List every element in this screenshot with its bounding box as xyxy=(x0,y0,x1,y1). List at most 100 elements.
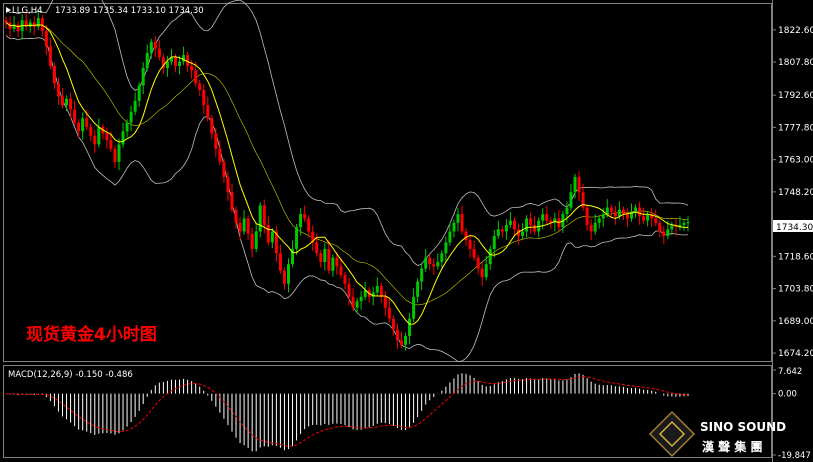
candle-body xyxy=(488,248,492,265)
candle-body xyxy=(173,57,177,66)
candle-body xyxy=(254,231,258,249)
candle-body xyxy=(617,209,621,217)
candle-body xyxy=(117,144,121,162)
candle-body xyxy=(412,296,416,319)
candle-body xyxy=(601,214,605,219)
candle-body xyxy=(335,257,339,267)
candle-body xyxy=(654,218,658,223)
candle-body xyxy=(399,340,403,345)
candle-body xyxy=(589,224,593,232)
candle-body xyxy=(387,307,391,319)
candle-body xyxy=(56,83,60,97)
bollinger-middle xyxy=(5,22,689,306)
candle-body xyxy=(28,22,32,27)
candle-body xyxy=(97,126,101,145)
price-tick-label: 1777.80 xyxy=(778,123,813,133)
candle-body xyxy=(129,111,133,123)
candle-body xyxy=(315,242,319,254)
macd-tick-label: 0.00 xyxy=(778,390,797,400)
candle-body xyxy=(658,222,662,232)
candle-body xyxy=(32,22,36,27)
macd-label: MACD(12,26,9) -0.150 -0.486 xyxy=(8,370,133,380)
candle-body xyxy=(375,285,379,293)
candle-body xyxy=(404,336,408,345)
price-tick-label: 1674.20 xyxy=(778,349,813,359)
price-tick-label: 1807.80 xyxy=(778,58,813,68)
candle-body xyxy=(149,42,153,53)
candle-body xyxy=(343,275,347,284)
price-tick-label: 1763.00 xyxy=(778,156,813,166)
candle-body xyxy=(577,177,581,193)
candle-body xyxy=(448,231,452,243)
macd-tick-label: -19.847 xyxy=(778,451,811,461)
candle-body xyxy=(327,248,331,271)
current-price-tag: 1734.30 xyxy=(773,220,813,233)
candle-body xyxy=(609,207,613,212)
candle-body xyxy=(77,122,81,132)
current-price-label: 1734.30 xyxy=(776,223,813,233)
candle-body xyxy=(424,257,428,269)
candle-body xyxy=(218,148,222,162)
main-chart-frame xyxy=(3,3,772,362)
candle-body xyxy=(246,218,250,234)
candle-body xyxy=(250,233,254,249)
candle-body xyxy=(4,20,8,23)
candle-body xyxy=(468,240,472,249)
bollinger-bands xyxy=(5,0,689,362)
price-axis: 1822.60 1807.80 1792.60 1777.80 1763.00 1748.… xyxy=(772,26,813,359)
candle-body xyxy=(472,248,476,258)
candle-body xyxy=(621,209,625,215)
candle-body xyxy=(278,253,282,271)
candle-body xyxy=(347,283,351,297)
macd-axis: 7.642 0.00 -19.847 xyxy=(772,367,811,461)
price-tick-label: 1748.20 xyxy=(778,188,813,198)
candle-body xyxy=(646,214,650,221)
candle-body xyxy=(238,222,242,232)
watermark-brand: SINO SOUND xyxy=(700,420,786,434)
chart-canvas[interactable]: 1822.60 1807.80 1792.60 1777.80 1763.00 1748.… xyxy=(0,0,813,462)
price-tick-label: 1822.60 xyxy=(778,26,813,36)
candle-body xyxy=(597,218,601,223)
candle-body xyxy=(428,257,432,265)
candle-body xyxy=(210,118,214,134)
candle-body xyxy=(157,48,161,58)
candle-body xyxy=(165,61,169,69)
candle-body xyxy=(355,301,359,308)
candle-body xyxy=(440,253,444,262)
candle-body xyxy=(121,131,125,145)
candle-body xyxy=(670,224,674,230)
candle-body xyxy=(270,231,274,243)
candle-body xyxy=(452,222,456,232)
candle-body xyxy=(65,98,69,106)
price-tick-label: 1792.60 xyxy=(778,91,813,101)
candle-body xyxy=(480,268,484,278)
candle-body xyxy=(48,46,52,66)
candle-body xyxy=(573,177,577,193)
candle-body xyxy=(307,218,311,232)
candle-body xyxy=(569,192,573,208)
candle-body xyxy=(436,261,440,267)
candle-body xyxy=(351,296,355,308)
candle-body xyxy=(512,220,516,230)
candle-body xyxy=(105,133,109,141)
candle-body xyxy=(585,207,589,225)
candle-body xyxy=(137,85,141,101)
candle-body xyxy=(262,205,266,225)
candle-body xyxy=(230,192,234,210)
ma-line xyxy=(5,22,689,325)
candle-body xyxy=(395,329,399,341)
candle-body xyxy=(141,68,145,86)
candle-body xyxy=(299,214,303,228)
candle-body xyxy=(662,231,666,236)
candle-body xyxy=(133,100,137,112)
candle-body xyxy=(222,161,226,178)
candle-body xyxy=(666,229,670,236)
candle-body xyxy=(565,207,569,215)
candle-body xyxy=(226,177,230,193)
candle-body xyxy=(379,285,383,297)
candle-body xyxy=(383,296,387,308)
candle-body xyxy=(605,207,609,215)
candle-body xyxy=(60,96,64,106)
candle-body xyxy=(339,266,343,276)
candle-body xyxy=(521,231,525,236)
